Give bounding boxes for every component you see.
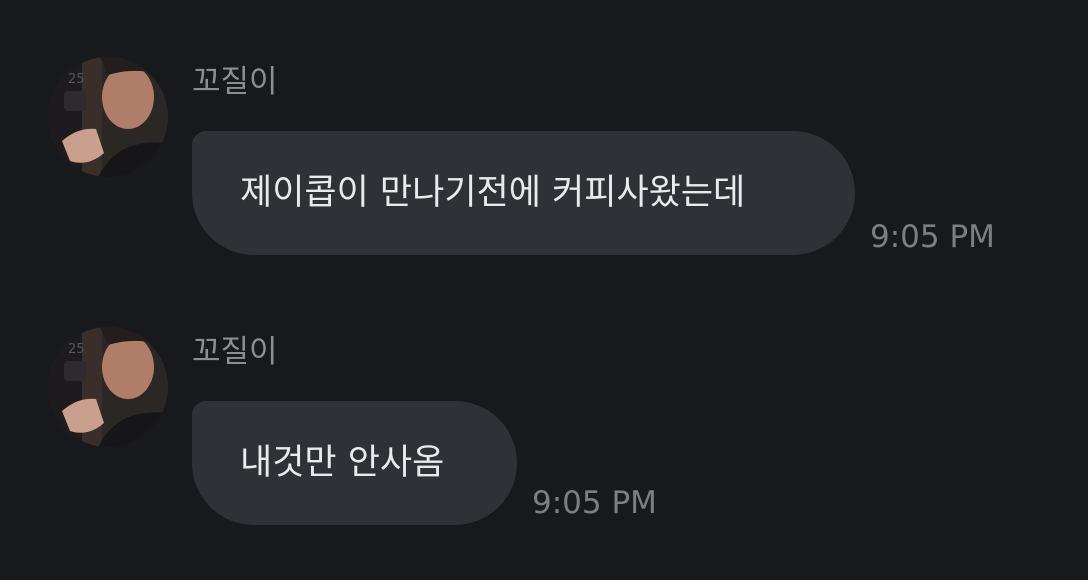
avatar[interactable]: 25 xyxy=(48,57,168,177)
chat-view: 25 꼬질이 제이콥이 만나기전에 커피사왔는데 9:05 PM 25 꼬질이 xyxy=(0,0,1088,580)
avatar-photo: 25 xyxy=(48,327,168,447)
svg-text:25: 25 xyxy=(68,72,85,87)
message-timestamp: 9:05 PM xyxy=(870,219,995,255)
message-text: 내것만 안사옴 xyxy=(240,442,445,483)
avatar-photo: 25 xyxy=(48,57,168,177)
message-bubble[interactable]: 제이콥이 만나기전에 커피사왔는데 xyxy=(192,131,855,255)
svg-text:25: 25 xyxy=(68,342,85,357)
sender-name: 꼬질이 xyxy=(192,334,278,370)
message-timestamp: 9:05 PM xyxy=(532,485,657,521)
message-text: 제이콥이 만나기전에 커피사왔는데 xyxy=(240,172,746,213)
sender-name: 꼬질이 xyxy=(192,64,278,100)
message-bubble[interactable]: 내것만 안사옴 xyxy=(192,401,517,525)
avatar[interactable]: 25 xyxy=(48,327,168,447)
